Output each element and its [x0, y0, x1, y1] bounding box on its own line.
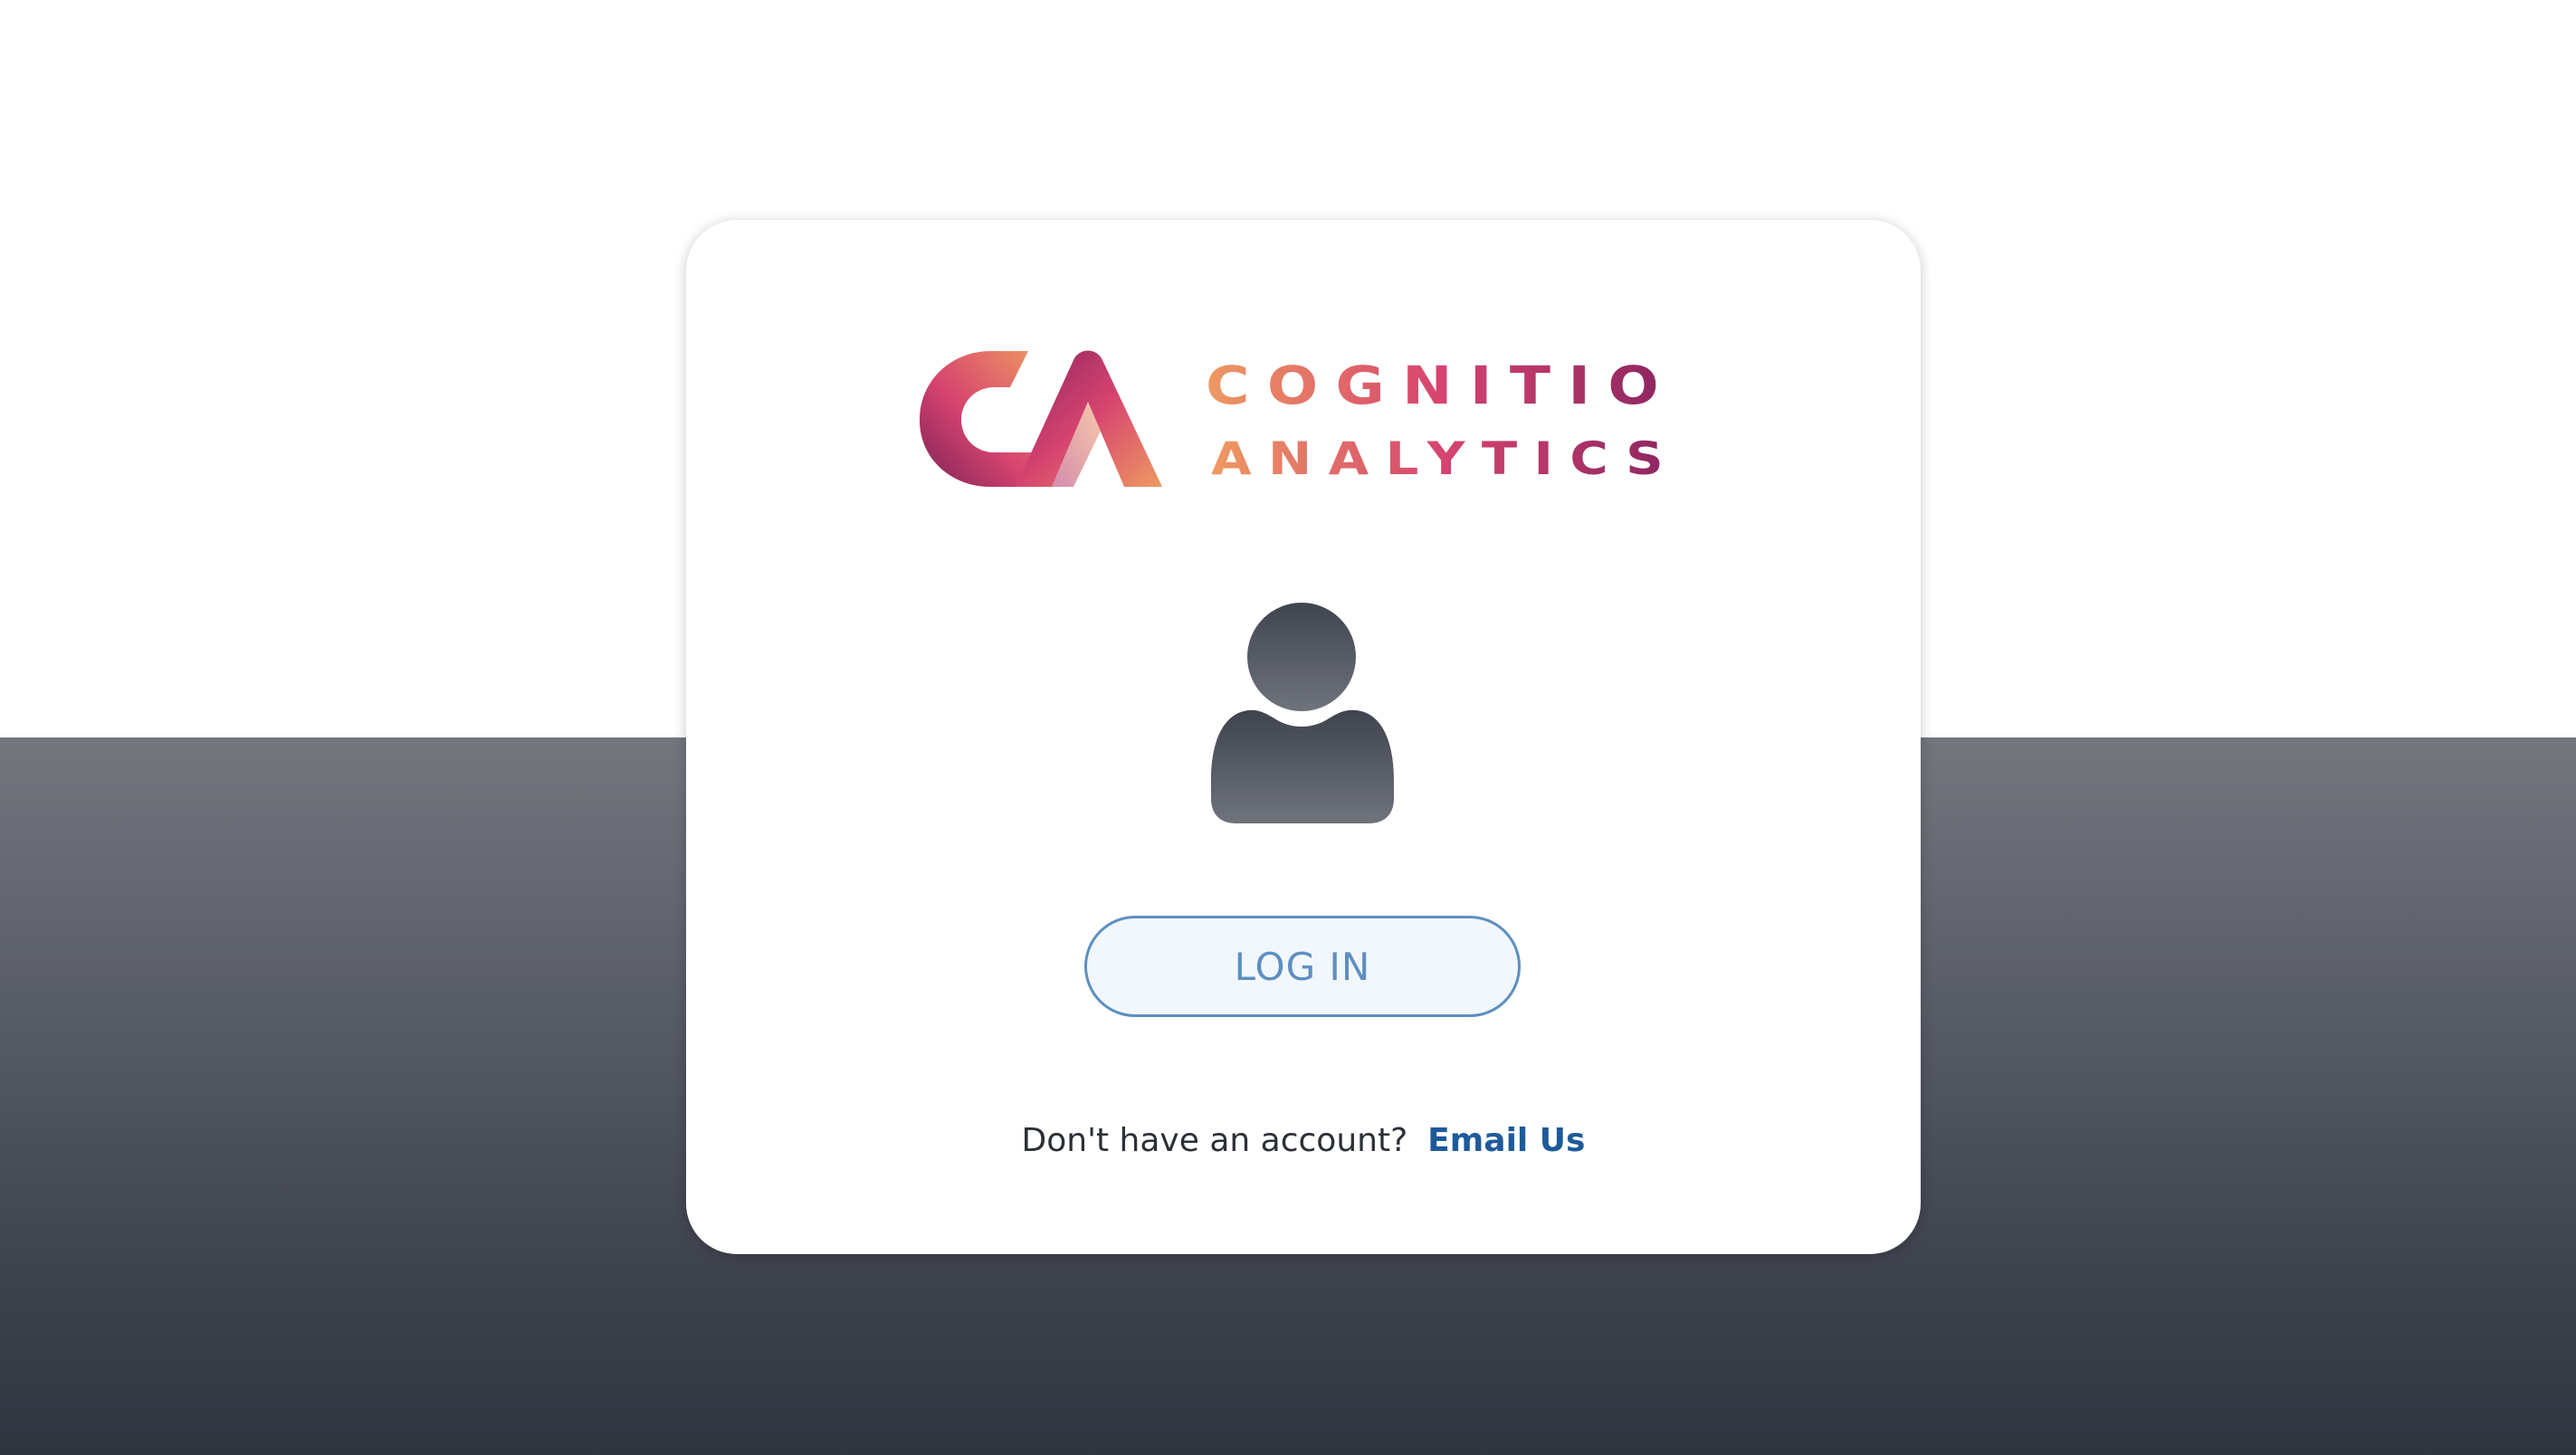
logo-wordmark: COGNITIO ANALYTICS [1204, 355, 1693, 490]
signup-prompt: Don't have an account? [1021, 1121, 1408, 1159]
login-button[interactable]: LOG IN [1084, 916, 1521, 1017]
logo-line2: ANALYTICS [1211, 433, 1680, 485]
signup-row: Don't have an account? Email Us [686, 1115, 1921, 1165]
user-icon [1209, 601, 1399, 827]
email-us-link[interactable]: Email Us [1427, 1122, 1585, 1159]
logo-line1: COGNITIO [1206, 355, 1676, 416]
login-page: COGNITIO ANALYTICS LOG IN Don't have an … [0, 0, 2576, 1455]
